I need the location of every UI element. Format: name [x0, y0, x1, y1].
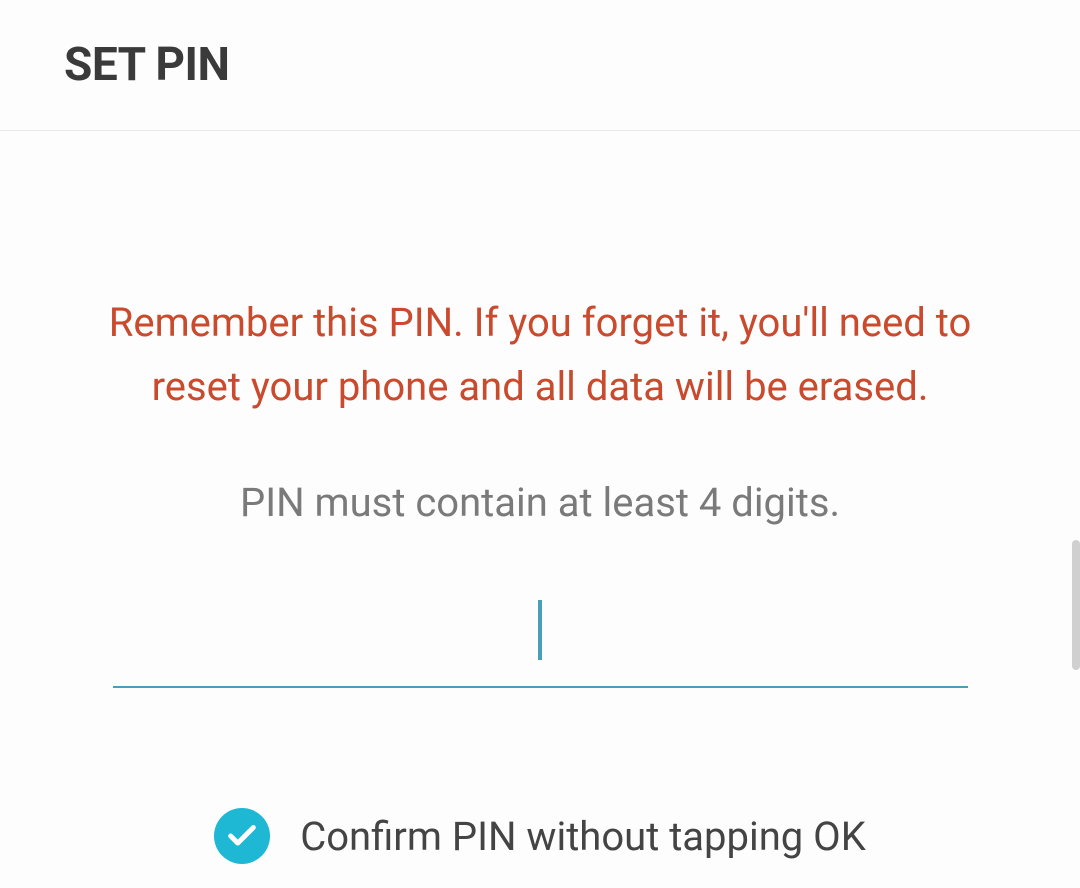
page-header: SET PIN: [0, 0, 1080, 131]
content-area: Remember this PIN. If you forget it, you…: [0, 131, 1080, 864]
confirm-without-ok-checkbox-row[interactable]: Confirm PIN without tapping OK: [40, 808, 1040, 864]
pin-input[interactable]: [113, 596, 968, 688]
page-title: SET PIN: [64, 38, 1016, 92]
pin-hint: PIN must contain at least 4 digits.: [40, 479, 1040, 526]
checkmark-icon: [214, 808, 270, 864]
scrollbar[interactable]: [1072, 540, 1080, 670]
pin-input-container: [40, 596, 1040, 688]
pin-input-wrapper[interactable]: [113, 596, 968, 688]
warning-message: Remember this PIN. If you forget it, you…: [40, 291, 1040, 419]
checkbox-label: Confirm PIN without tapping OK: [300, 813, 866, 860]
